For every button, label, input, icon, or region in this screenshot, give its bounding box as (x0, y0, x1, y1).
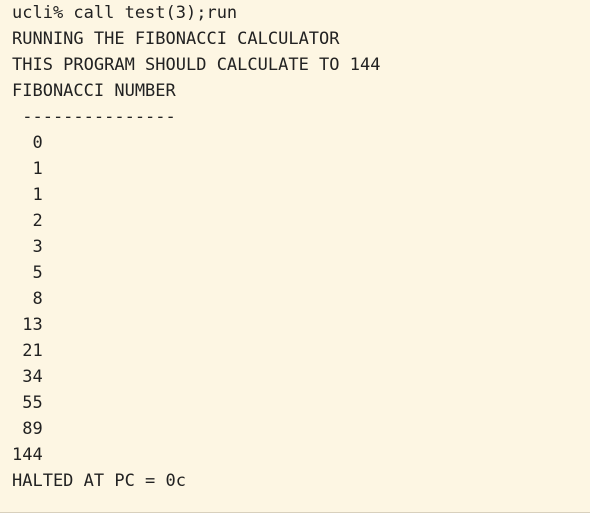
fibonacci-value: 21 (12, 341, 43, 361)
fibonacci-value: 1 (12, 159, 43, 179)
command-line: ucli% call test(3);run (12, 3, 238, 23)
fibonacci-value: 3 (12, 237, 43, 257)
fibonacci-value: 8 (12, 289, 43, 309)
fibonacci-value: 1 (12, 185, 43, 205)
fibonacci-value: 0 (12, 133, 43, 153)
terminal-output: ucli% call test(3);run RUNNING THE FIBON… (12, 0, 590, 494)
terminal-window[interactable]: ucli% call test(3);run RUNNING THE FIBON… (0, 0, 590, 513)
fibonacci-value: 89 (12, 419, 43, 439)
banner-line: THIS PROGRAM SHOULD CALCULATE TO 144 (12, 55, 381, 75)
separator-line: --------------- (12, 107, 176, 127)
fibonacci-value: 34 (12, 367, 43, 387)
fibonacci-value: 13 (12, 315, 43, 335)
fibonacci-value: 2 (12, 211, 43, 231)
fibonacci-value: 144 (12, 445, 43, 465)
banner-line: RUNNING THE FIBONACCI CALCULATOR (12, 29, 340, 49)
fibonacci-value: 55 (12, 393, 43, 413)
banner-line: FIBONACCI NUMBER (12, 81, 176, 101)
fibonacci-value: 5 (12, 263, 43, 283)
halted-status-line: HALTED AT PC = 0c (12, 471, 186, 491)
